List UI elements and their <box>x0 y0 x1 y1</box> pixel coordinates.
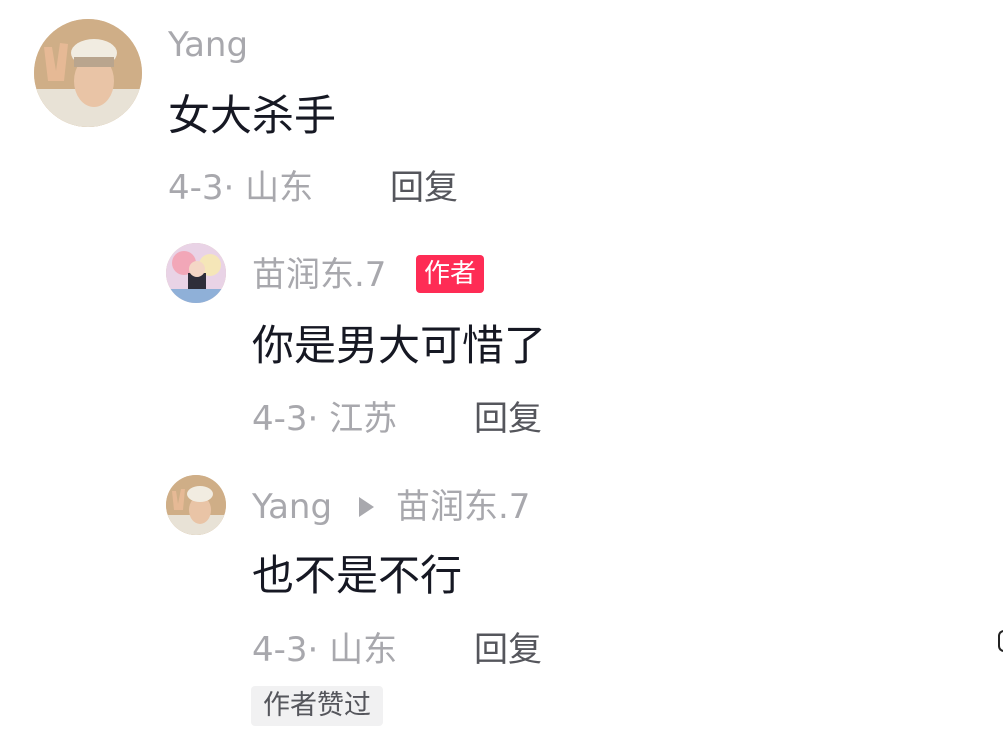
reply-button[interactable]: 回复 <box>474 399 542 439</box>
comment-username[interactable]: Yang <box>168 25 248 65</box>
comment-text: 女大杀手 <box>168 91 337 140</box>
person-peace-sign-avatar-icon <box>166 475 226 535</box>
reply-button[interactable]: 回复 <box>390 168 458 208</box>
reply-text: 也不是不行 <box>252 551 463 600</box>
anime-character-avatar-icon <box>166 243 226 303</box>
author-badge: 作者 <box>416 255 485 293</box>
avatar[interactable] <box>166 475 226 535</box>
comment-thread: Yang 女大杀手 4-3· 山东 回复 苗润东.7 作者 你是男大可惜了 4-… <box>0 0 1003 752</box>
edge-indicator <box>998 630 1003 652</box>
reply-meta: 4-3· 江苏 <box>252 399 398 439</box>
comment-meta: 4-3· 山东 <box>168 168 314 208</box>
avatar[interactable] <box>34 19 142 127</box>
reply-button[interactable]: 回复 <box>474 630 542 670</box>
avatar[interactable] <box>166 243 226 303</box>
person-peace-sign-avatar-icon <box>34 19 142 127</box>
reply-to-username[interactable]: 苗润东.7 <box>396 487 530 527</box>
reply-username[interactable]: Yang <box>252 487 332 527</box>
reply-arrow-icon <box>359 497 374 517</box>
reply-meta: 4-3· 山东 <box>252 630 398 670</box>
reply-username[interactable]: 苗润东.7 <box>252 255 386 295</box>
reply-text: 你是男大可惜了 <box>252 321 547 370</box>
author-liked-tag: 作者赞过 <box>251 686 383 726</box>
